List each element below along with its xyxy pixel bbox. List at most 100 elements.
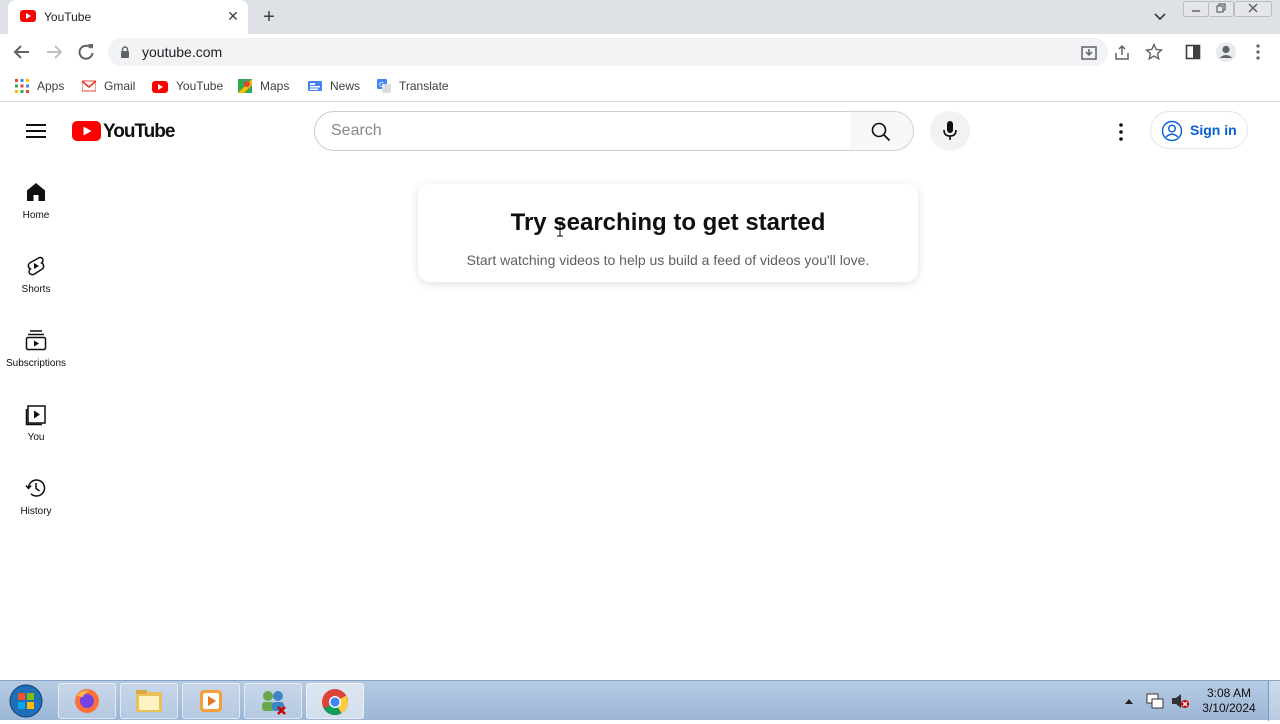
sidebar-item-label: You [27, 432, 45, 443]
file-explorer-icon [136, 690, 162, 712]
taskbar-file-explorer[interactable] [120, 683, 178, 719]
taskbar-clock[interactable]: 3:08 AM 3/10/2024 [1196, 686, 1262, 716]
show-desktop-button[interactable] [1268, 681, 1280, 721]
browser-toolbar: youtube.com [0, 34, 1280, 70]
search-icon [871, 122, 891, 142]
show-hidden-icons-icon[interactable] [1124, 697, 1134, 705]
close-icon [1248, 3, 1258, 13]
taskbar-network[interactable] [244, 683, 302, 719]
bookmark-label: Translate [399, 79, 449, 93]
translate-icon: G [377, 79, 391, 93]
news-icon [308, 81, 322, 91]
start-orb-icon [9, 684, 43, 718]
empty-state-subtitle: Start watching videos to help us build a… [466, 252, 870, 268]
back-icon[interactable] [12, 42, 32, 62]
bookmark-youtube[interactable]: YouTube [152, 77, 223, 95]
bookmark-news[interactable]: News [308, 77, 360, 95]
browser-tab-strip: YouTube ✕ + [0, 0, 1280, 34]
close-window-button[interactable] [1234, 1, 1272, 17]
side-panel-icon[interactable] [1185, 44, 1201, 60]
sign-in-button[interactable]: Sign in [1150, 111, 1248, 149]
search-button[interactable] [850, 111, 914, 151]
bookmark-label: YouTube [176, 79, 224, 93]
tab-title: YouTube [44, 10, 92, 24]
bookmark-label: Maps [260, 79, 290, 93]
bookmark-label: Apps [37, 79, 65, 93]
minimize-button[interactable] [1183, 1, 1209, 17]
start-button[interactable] [6, 683, 46, 719]
search-placeholder: Search [331, 122, 382, 139]
sidebar-item-history[interactable]: History [0, 476, 72, 550]
gmail-icon [82, 80, 96, 92]
chrome-icon [322, 689, 349, 716]
minimize-icon [1192, 10, 1200, 12]
clock-time: 3:08 AM [1206, 686, 1252, 700]
empty-state-title: Try searching to get started [510, 209, 826, 236]
history-icon [25, 479, 46, 497]
sidebar-item-you[interactable]: You [0, 402, 72, 476]
sidebar-item-label: Subscriptions [5, 358, 67, 369]
sidebar-item-home[interactable]: Home [0, 180, 72, 254]
restore-icon [1216, 3, 1226, 13]
hamburger-menu-icon[interactable] [26, 123, 46, 139]
youtube-logo-icon [72, 121, 101, 141]
bookmarks-bar: Apps Gmail YouTube Maps News G Translate [0, 70, 1280, 102]
bookmark-translate[interactable]: G Translate [377, 77, 449, 95]
home-icon [27, 183, 45, 201]
sidebar-item-shorts[interactable]: Shorts [0, 254, 72, 328]
forward-icon[interactable] [44, 42, 64, 62]
windows-taskbar: 3:08 AM 3/10/2024 [0, 680, 1280, 721]
tab-search-chevron-icon[interactable] [1153, 10, 1167, 24]
sign-in-label: Sign in [1190, 122, 1237, 138]
taskbar-media-player[interactable] [182, 683, 240, 719]
share-icon[interactable] [1113, 44, 1131, 62]
text-cursor-icon [557, 221, 563, 237]
profile-avatar-icon[interactable] [1215, 41, 1237, 63]
search-input[interactable]: Search [314, 111, 852, 151]
url-text[interactable]: youtube.com [142, 44, 222, 60]
youtube-logo-text: YouTube [103, 121, 175, 142]
sidebar-item-label: Shorts [21, 284, 51, 295]
sidebar-item-label: History [20, 506, 52, 517]
firefox-icon [75, 689, 99, 713]
empty-state-card: Try searching to get started Start watch… [418, 184, 918, 282]
youtube-logo[interactable]: YouTube [72, 121, 175, 143]
tab-close-icon[interactable]: ✕ [225, 8, 241, 24]
bookmark-star-icon[interactable] [1145, 43, 1163, 61]
sidebar-item-subscriptions[interactable]: Subscriptions [0, 328, 72, 402]
youtube-favicon-icon [20, 10, 36, 22]
address-bar[interactable]: youtube.com [108, 38, 1108, 66]
install-app-icon[interactable] [1080, 44, 1098, 62]
microphone-icon [943, 121, 957, 140]
youtube-icon [152, 81, 168, 93]
reload-icon[interactable] [76, 42, 96, 62]
apps-grid-icon [15, 79, 29, 93]
media-player-icon [200, 690, 222, 712]
youtube-sidebar: Home Shorts Subscriptions You History [0, 178, 72, 538]
maps-icon [238, 79, 252, 93]
bookmark-label: News [330, 79, 361, 93]
bookmark-maps[interactable]: Maps [238, 77, 289, 95]
taskbar-chrome[interactable] [306, 683, 364, 719]
bookmark-apps[interactable]: Apps [15, 77, 64, 95]
subscriptions-icon [25, 330, 47, 351]
shorts-icon [27, 256, 45, 276]
youtube-header: YouTube Search Sign in [0, 103, 1280, 159]
network-users-icon [262, 691, 286, 715]
browser-menu-icon[interactable] [1250, 42, 1266, 62]
taskbar-firefox[interactable] [58, 683, 116, 719]
volume-muted-icon[interactable] [1170, 692, 1190, 710]
settings-more-icon[interactable] [1112, 121, 1130, 143]
bookmark-label: Gmail [104, 79, 136, 93]
you-icon [25, 405, 46, 426]
browser-tab-youtube[interactable]: YouTube ✕ [8, 0, 248, 34]
restore-button[interactable] [1208, 1, 1234, 17]
new-tab-button[interactable]: + [258, 6, 280, 28]
voice-search-button[interactable] [930, 111, 970, 151]
svg-text:G: G [379, 81, 384, 89]
account-icon [1161, 120, 1183, 142]
lock-icon[interactable] [120, 46, 130, 58]
action-center-icon[interactable] [1146, 693, 1164, 709]
sidebar-item-label: Home [22, 210, 50, 221]
bookmark-gmail[interactable]: Gmail [82, 77, 135, 95]
